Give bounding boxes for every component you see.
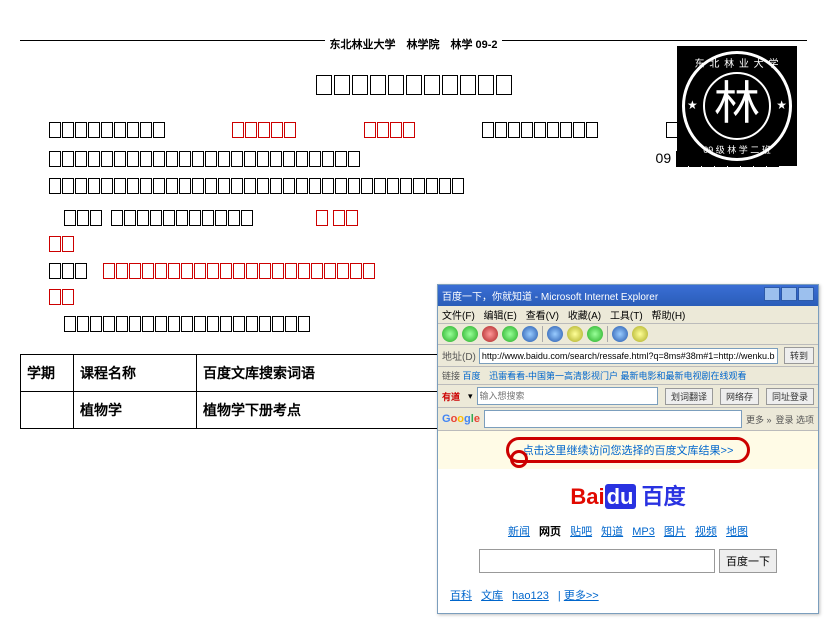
school-logo: 东 北 林 业 大 学 ★★ 林 09 级 林 学 二 班	[677, 46, 797, 166]
print-icon[interactable]	[632, 326, 648, 342]
placeholder-row-3	[48, 173, 779, 195]
nav-map[interactable]: 地图	[726, 526, 748, 538]
menu-help[interactable]: 帮助(H)	[652, 311, 686, 322]
youdao-label: 有道	[442, 390, 460, 403]
address-input[interactable]	[479, 348, 778, 364]
nav-web[interactable]: 网页	[539, 526, 561, 538]
logo-bottom-arc: 09 级 林 学 二 班	[685, 143, 789, 156]
warning-banner: 点击这里继续访问您选择的百度文库结果>>	[438, 431, 818, 469]
menu-favorites[interactable]: 收藏(A)	[568, 311, 601, 322]
menu-file[interactable]: 文件(F)	[442, 311, 475, 322]
year-09: 09	[656, 150, 672, 166]
page-header: 东北林业大学 林学院 林学 09-2	[325, 36, 501, 52]
th-semester: 学期	[21, 354, 74, 391]
toolbar[interactable]	[438, 324, 818, 345]
nav-mp3[interactable]: MP3	[632, 526, 655, 538]
link-more[interactable]: 更多>>	[564, 590, 599, 602]
circle-marker-icon	[510, 450, 528, 468]
youdao-save-button[interactable]: 网络存	[720, 388, 759, 405]
youdao-login-button[interactable]: 同址登录	[766, 388, 814, 405]
title-placeholder	[48, 75, 779, 101]
address-label: 地址(D)	[442, 348, 476, 363]
menu-tools[interactable]: 工具(T)	[610, 311, 643, 322]
cell-course: 植物学	[74, 391, 197, 428]
refresh-icon[interactable]	[502, 326, 518, 342]
baidu-footer-links: 百科 文库 hao123 | 更多>>	[438, 583, 818, 613]
google-signin[interactable]: 登录 选项	[775, 413, 814, 426]
youdao-input[interactable]	[477, 387, 658, 405]
google-logo: Google	[442, 413, 480, 425]
baidu-search-button[interactable]: 百度一下	[719, 549, 777, 573]
link-baidu[interactable]: 百度	[463, 371, 481, 381]
google-input[interactable]	[484, 410, 742, 428]
continue-link[interactable]: 点击这里继续访问您选择的百度文库结果>>	[506, 437, 751, 463]
nav-image[interactable]: 图片	[664, 526, 686, 538]
history-icon[interactable]	[587, 326, 603, 342]
nav-tieba[interactable]: 贴吧	[570, 526, 592, 538]
window-controls[interactable]	[763, 287, 814, 304]
placeholder-paragraph	[48, 206, 428, 334]
menu-edit[interactable]: 编辑(E)	[484, 311, 517, 322]
menu-bar[interactable]: 文件(F) 编辑(E) 查看(V) 收藏(A) 工具(T) 帮助(H)	[438, 306, 818, 324]
window-title: 百度一下，你就知道 - Microsoft Internet Explorer	[442, 288, 658, 303]
baidu-search-input[interactable]	[479, 549, 715, 573]
home-icon[interactable]	[522, 326, 538, 342]
link-xunlei[interactable]: 迅雷看看-中国第一高清影视门户 最新电影和最新电视剧在线观看	[489, 371, 747, 381]
th-course: 课程名称	[74, 354, 197, 391]
back-icon[interactable]	[442, 326, 458, 342]
favorites-icon[interactable]	[567, 326, 583, 342]
nav-news[interactable]: 新闻	[508, 526, 530, 538]
forward-icon[interactable]	[462, 326, 478, 342]
menu-view[interactable]: 查看(V)	[526, 311, 559, 322]
link-wenku[interactable]: 文库	[481, 590, 503, 602]
cell-semester	[21, 391, 74, 428]
placeholder-row-1	[48, 121, 779, 143]
go-button[interactable]: 转到	[784, 347, 814, 364]
search-icon[interactable]	[547, 326, 563, 342]
youdao-translate-button[interactable]: 划词翻译	[665, 388, 713, 405]
nav-video[interactable]: 视频	[695, 526, 717, 538]
baidu-logo: Baidu 百度	[570, 484, 685, 509]
ie-window: 百度一下，你就知道 - Microsoft Internet Explorer …	[437, 284, 819, 614]
mail-icon[interactable]	[612, 326, 628, 342]
links-label: 链接	[442, 371, 460, 381]
baidu-nav[interactable]: 新闻 网页 贴吧 知道 MP3 图片 视频 地图	[438, 523, 818, 539]
logo-center-char: 林	[703, 72, 771, 140]
stop-icon[interactable]	[482, 326, 498, 342]
placeholder-row-2: 09	[48, 147, 779, 169]
link-hao123[interactable]: hao123	[512, 590, 549, 602]
nav-zhidao[interactable]: 知道	[601, 526, 623, 538]
logo-top-arc: 东 北 林 业 大 学	[685, 55, 789, 70]
google-more[interactable]: 更多 »	[746, 413, 772, 426]
link-baike[interactable]: 百科	[450, 590, 472, 602]
